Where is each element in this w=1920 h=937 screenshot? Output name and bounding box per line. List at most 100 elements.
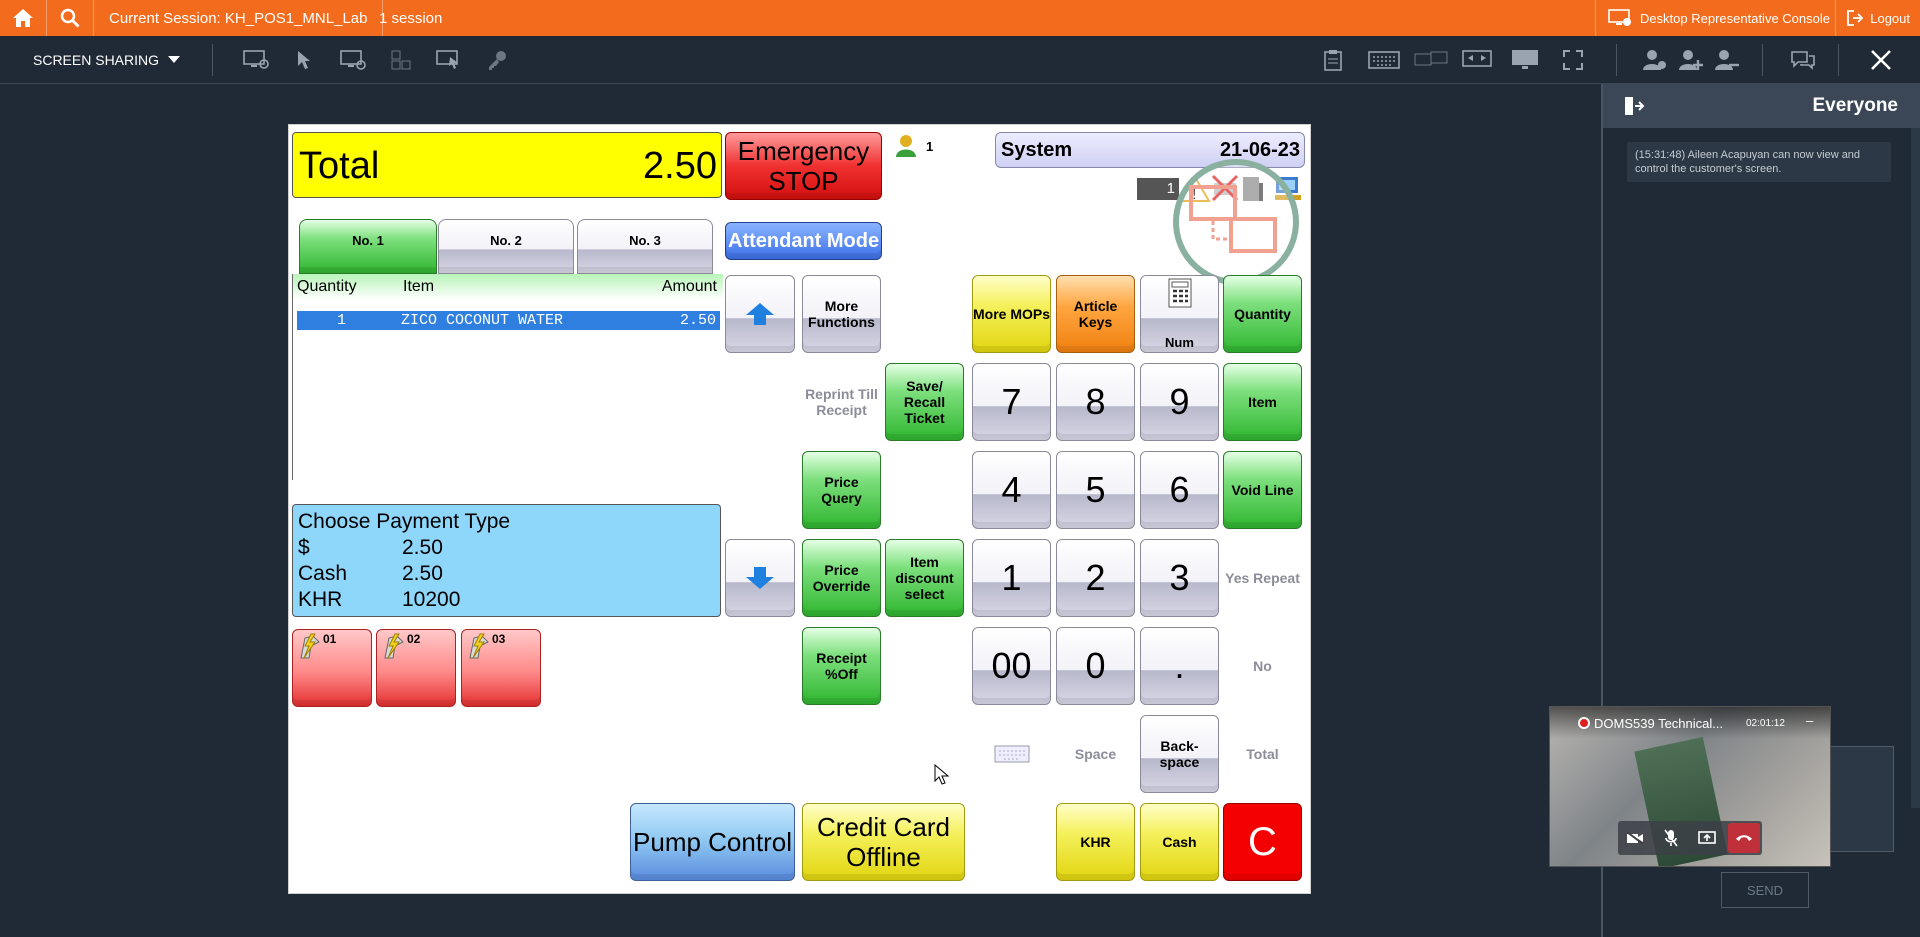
item-list: Quantity Item Amount 1 ZICO COCONUT WATE…	[292, 274, 723, 480]
backspace-button[interactable]: Back- space	[1140, 715, 1219, 793]
top-bar: Current Session: KH_POS1_MNL_Lab 1 sessi…	[0, 0, 1920, 36]
payment-row-value: 2.50	[402, 536, 443, 559]
logout-button[interactable]: Logout	[1835, 0, 1920, 36]
remote-desktop-icon[interactable]	[340, 48, 366, 72]
emergency-stop-button[interactable]: Emergency STOP	[725, 132, 882, 200]
key-00-button[interactable]: 00	[972, 627, 1051, 705]
payment-row-value: 2.50	[402, 562, 443, 585]
key-1-button[interactable]: 1	[972, 539, 1051, 617]
screen-sharing-menu[interactable]: SCREEN SHARING	[33, 36, 181, 84]
chat-icon[interactable]	[1790, 48, 1816, 72]
key-5-button[interactable]: 5	[1056, 451, 1135, 529]
pump-02-button[interactable]: 02	[376, 629, 456, 707]
scroll-up-button[interactable]	[725, 275, 795, 353]
session-count[interactable]: 1 session	[365, 0, 456, 36]
item-button[interactable]: Item	[1223, 363, 1302, 441]
price-override-button[interactable]: Price Override	[802, 539, 881, 617]
tab-no2[interactable]: No. 2	[438, 219, 574, 274]
toolbar: SCREEN SHARING	[0, 36, 1920, 84]
price-query-button[interactable]: Price Query	[802, 451, 881, 529]
attendant-count: 1	[926, 139, 934, 154]
chevron-down-icon	[168, 56, 181, 63]
clear-button[interactable]: C	[1223, 803, 1302, 881]
system-label: System	[1001, 139, 1073, 161]
keyboard-icon[interactable]	[994, 745, 1030, 768]
remote-pos-screen[interactable]: Total 2.50 Emergency STOP 1 System 21-06…	[288, 124, 1311, 894]
scroll-down-button[interactable]	[725, 539, 795, 617]
total-display: Total 2.50	[292, 132, 722, 198]
pump-03-button[interactable]: 03	[461, 629, 541, 707]
more-mops-button[interactable]: More MOPs	[972, 275, 1051, 353]
clipboard-keys-icon[interactable]	[388, 48, 414, 72]
key-8-button[interactable]: 8	[1056, 363, 1135, 441]
fit-screen-icon[interactable]	[1462, 48, 1492, 72]
key-4-button[interactable]: 4	[972, 451, 1051, 529]
screen-select-icon[interactable]	[436, 48, 462, 72]
desktop-console-label: Desktop Representative Console	[1639, 10, 1830, 26]
clipboard-icon[interactable]	[1320, 48, 1346, 72]
pump-control-button[interactable]: Pump Control	[630, 803, 795, 881]
view-only-icon[interactable]	[243, 48, 269, 72]
close-icon[interactable]	[1868, 48, 1894, 72]
divider	[212, 44, 213, 76]
mute-microphone-icon[interactable]	[1656, 823, 1686, 853]
chat-input[interactable]	[1830, 746, 1894, 852]
cash-button[interactable]: Cash	[1140, 803, 1219, 881]
end-call-icon[interactable]	[1728, 823, 1760, 853]
video-header: DOMS539 Technical... 02:01:12 –	[1550, 707, 1830, 739]
pump-nozzle-icon	[384, 633, 404, 659]
item-row[interactable]: 1 ZICO COCONUT WATER 2.50	[297, 311, 720, 330]
add-participant-icon[interactable]	[1678, 48, 1704, 72]
decimal-point-button[interactable]: .	[1140, 627, 1219, 705]
void-line-button[interactable]: Void Line	[1223, 451, 1302, 529]
key-2-button[interactable]: 2	[1056, 539, 1135, 617]
key-6-button[interactable]: 6	[1140, 451, 1219, 529]
khr-button[interactable]: KHR	[1056, 803, 1135, 881]
home-icon	[13, 9, 33, 27]
item-discount-select-button[interactable]: Item discount select	[885, 539, 964, 617]
mouse-control-icon[interactable]	[293, 48, 319, 72]
monitor-icon	[1608, 9, 1631, 26]
remove-participant-icon[interactable]	[1714, 48, 1740, 72]
attendant-mode-button[interactable]: Attendant Mode	[725, 222, 882, 260]
num-label: Num	[1165, 335, 1194, 350]
pump-01-button[interactable]: 01	[292, 629, 372, 707]
key-7-button[interactable]: 7	[972, 363, 1051, 441]
minimize-icon[interactable]: –	[1806, 713, 1813, 728]
key-0-button[interactable]: 0	[1056, 627, 1135, 705]
receipt-percent-off-button[interactable]: Receipt %Off	[802, 627, 881, 705]
credit-card-offline-button[interactable]: Credit Card Offline	[802, 803, 965, 881]
more-functions-button[interactable]: More Functions	[802, 275, 881, 353]
keyboard-icon[interactable]	[1367, 48, 1401, 72]
desktop-representative-console-button[interactable]: Desktop Representative Console	[1594, 0, 1842, 36]
multi-monitor-icon[interactable]	[1413, 48, 1449, 72]
arrow-down-icon	[746, 567, 774, 589]
chat-scrollbar[interactable]	[1911, 128, 1920, 808]
exit-panel-icon[interactable]	[1623, 96, 1645, 116]
tab-no1[interactable]: No. 1	[299, 219, 437, 274]
save-recall-ticket-button[interactable]: Save/ Recall Ticket	[885, 363, 964, 441]
item-row-quantity: 1	[337, 312, 347, 329]
screen-sharing-label: SCREEN SHARING	[33, 52, 160, 68]
key-icon[interactable]	[484, 48, 510, 72]
quantity-button[interactable]: Quantity	[1223, 275, 1302, 353]
participant-settings-icon[interactable]	[1642, 48, 1668, 72]
num-button[interactable]: Num	[1140, 275, 1219, 353]
total-label-key: Total	[1246, 746, 1279, 762]
monitor-icon[interactable]	[1510, 48, 1540, 72]
fullscreen-icon[interactable]	[1560, 48, 1586, 72]
home-button[interactable]	[0, 0, 47, 36]
video-call-widget[interactable]: DOMS539 Technical... 02:01:12 –	[1549, 706, 1831, 867]
key-9-button[interactable]: 9	[1140, 363, 1219, 441]
column-quantity: Quantity	[297, 278, 357, 295]
payment-panel: Choose Payment Type $2.50 Cash 2.50 KHR 10…	[292, 504, 721, 617]
column-item: Item	[403, 278, 435, 295]
key-3-button[interactable]: 3	[1140, 539, 1219, 617]
camera-off-icon[interactable]	[1620, 823, 1650, 853]
search-button[interactable]	[47, 0, 94, 36]
send-button[interactable]: SEND	[1721, 872, 1809, 908]
share-screen-icon[interactable]	[1692, 823, 1722, 853]
tab-no3[interactable]: No. 3	[577, 219, 713, 274]
chat-panel-title: Everyone	[1812, 95, 1898, 116]
article-keys-button[interactable]: Article Keys	[1056, 275, 1135, 353]
